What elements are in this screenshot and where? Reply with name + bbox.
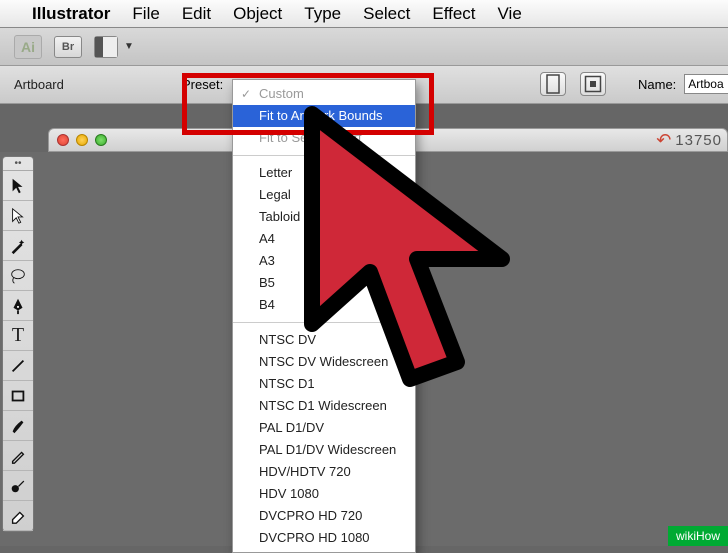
preset-item[interactable]: A3 — [233, 250, 415, 272]
type-tool[interactable]: T — [3, 321, 33, 351]
chevron-down-icon[interactable]: ▼ — [124, 41, 134, 52]
pencil-tool[interactable] — [3, 441, 33, 471]
preset-item[interactable]: PAL D1/DV Widescreen — [233, 439, 415, 461]
menu-edit[interactable]: Edit — [182, 4, 211, 24]
pen-tool[interactable] — [3, 291, 33, 321]
panel-grip-icon[interactable]: •• — [3, 157, 33, 171]
preset-item[interactable]: NTSC DV Widescreen — [233, 351, 415, 373]
menu-view[interactable]: Vie — [498, 4, 522, 24]
menu-effect[interactable]: Effect — [432, 4, 475, 24]
undo-icon[interactable]: ↶ — [656, 130, 671, 151]
lasso-tool[interactable] — [3, 261, 33, 291]
preset-item[interactable]: NTSC DV — [233, 329, 415, 351]
blob-brush-tool[interactable] — [3, 471, 33, 501]
preset-item[interactable]: HDV 1080 — [233, 483, 415, 505]
menubar: Illustrator File Edit Object Type Select… — [0, 0, 728, 28]
tools-panel: •• T — [2, 156, 34, 532]
eraser-tool[interactable] — [3, 501, 33, 531]
artboard-name-input[interactable] — [684, 74, 728, 94]
brush-tool[interactable] — [3, 411, 33, 441]
direct-selection-tool[interactable] — [3, 201, 33, 231]
rectangle-tool[interactable] — [3, 381, 33, 411]
preset-item-fit-selected: Fit to Selected Art — [233, 127, 415, 149]
toolbar-app: Ai Br ▼ — [0, 28, 728, 66]
app-menu[interactable]: Illustrator — [32, 4, 110, 24]
window-minimize-button[interactable] — [76, 134, 88, 146]
preset-item[interactable]: NTSC D1 — [233, 373, 415, 395]
zoom-value: 13750 — [675, 132, 722, 149]
preset-item[interactable]: B5 — [233, 272, 415, 294]
menu-file[interactable]: File — [132, 4, 159, 24]
artboard-options-button[interactable] — [580, 72, 606, 96]
preset-item-fit-artwork[interactable]: Fit to Artwork Bounds — [233, 105, 415, 127]
preset-item[interactable]: Tabloid — [233, 206, 415, 228]
document-titlebar-right: ↶ 13750 — [644, 128, 728, 152]
preset-item-custom: ✓Custom — [233, 83, 415, 105]
preset-item[interactable]: A4 — [233, 228, 415, 250]
magic-wand-tool[interactable] — [3, 231, 33, 261]
orientation-portrait-button[interactable] — [540, 72, 566, 96]
preset-item[interactable]: HDV/HDTV 720 — [233, 461, 415, 483]
menu-type[interactable]: Type — [304, 4, 341, 24]
preset-label: Preset: — [182, 77, 223, 92]
watermark: wikiHow — [668, 526, 728, 546]
preset-dropdown[interactable]: ✓Custom Fit to Artwork Bounds Fit to Sel… — [232, 79, 416, 553]
window-close-button[interactable] — [57, 134, 69, 146]
preset-item[interactable]: B4 — [233, 294, 415, 316]
tool-mode-label: Artboard — [14, 77, 64, 92]
menu-select[interactable]: Select — [363, 4, 410, 24]
window-zoom-button[interactable] — [95, 134, 107, 146]
preset-item[interactable]: NTSC D1 Widescreen — [233, 395, 415, 417]
preset-item[interactable]: Legal — [233, 184, 415, 206]
selection-tool[interactable] — [3, 171, 33, 201]
preset-item[interactable]: DVCPRO HD 720 — [233, 505, 415, 527]
panel-layout-button[interactable] — [94, 36, 118, 58]
bridge-button[interactable]: Br — [54, 36, 82, 58]
preset-item[interactable]: PAL D1/DV — [233, 417, 415, 439]
menu-object[interactable]: Object — [233, 4, 282, 24]
ai-logo-icon: Ai — [14, 35, 42, 59]
line-tool[interactable] — [3, 351, 33, 381]
preset-item[interactable]: Letter — [233, 162, 415, 184]
name-label: Name: — [638, 77, 676, 92]
